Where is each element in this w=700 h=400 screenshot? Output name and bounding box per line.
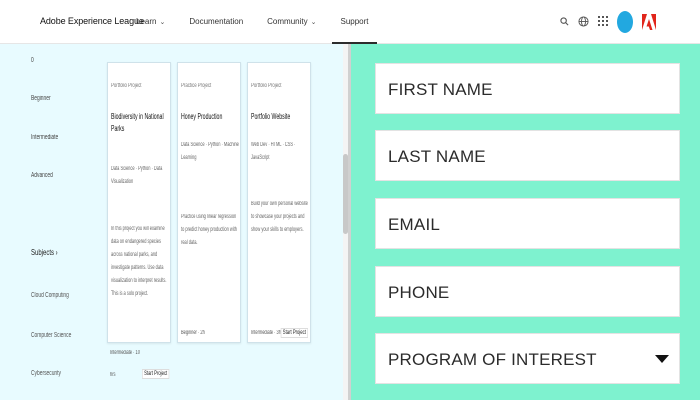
program-of-interest-select[interactable]: PROGRAM OF INTEREST	[375, 333, 680, 384]
project-card[interactable]: Portfolio Project Biodiversity in Nation…	[107, 62, 171, 343]
dropdown-caret-icon	[655, 355, 669, 363]
subject-item[interactable]: Cybersecurity	[31, 370, 61, 377]
card-desc: Web Dev · HTML · CSS · JavaScript	[251, 142, 296, 161]
subject-item[interactable]: Cloud Computing	[31, 292, 69, 299]
apps-grid-icon[interactable]	[598, 16, 608, 28]
card-body: In this project you will examine data on…	[111, 226, 167, 297]
card-body: Build your own personal website to showc…	[251, 201, 308, 233]
nav-documentation[interactable]: Documentation	[189, 0, 243, 44]
card-tag: Portfolio Project	[111, 83, 142, 89]
filter-option[interactable]: 0	[31, 57, 34, 64]
adobe-logo-icon[interactable]	[642, 14, 656, 30]
first-name-field[interactable]: FIRST NAME	[375, 63, 680, 114]
nav-links: Learn ⌄ Documentation Community ⌄ Support	[136, 0, 393, 44]
card-tag: Portfolio Project	[251, 83, 282, 89]
card-footer: hrs	[110, 372, 116, 378]
card-desc: Data Science · Python · Machine Learning	[181, 142, 239, 161]
nav-learn[interactable]: Learn ⌄	[136, 0, 165, 44]
card-tag: Practice Project	[181, 83, 212, 89]
card-title: Biodiversity in National Parks	[111, 112, 164, 133]
email-field[interactable]: EMAIL	[375, 198, 680, 249]
card-title: Honey Production	[181, 112, 223, 121]
subject-item[interactable]: Computer Science	[31, 332, 71, 339]
card-title: Portfolio Website	[251, 112, 291, 121]
last-name-placeholder: LAST NAME	[388, 147, 486, 166]
search-icon[interactable]	[560, 16, 569, 28]
top-nav: Adobe Experience League Learn ⌄ Documenta…	[0, 0, 700, 44]
card-footer: Beginner · 2h	[181, 330, 205, 336]
first-name-placeholder: FIRST NAME	[388, 80, 493, 99]
globe-icon[interactable]	[578, 15, 589, 29]
card-desc: Data Science · Python · Data Visualizati…	[111, 166, 163, 185]
nav-community-label: Community	[267, 17, 308, 26]
contact-form: FIRST NAME LAST NAME EMAIL PHONE PROGRAM…	[351, 44, 700, 400]
filter-option[interactable]: Advanced	[31, 172, 53, 179]
brand-logo-text[interactable]: Adobe Experience League	[40, 16, 144, 26]
nav-icons	[560, 10, 656, 34]
nav-learn-label: Learn	[136, 17, 157, 26]
phone-field[interactable]: PHONE	[375, 266, 680, 317]
nav-support-label: Support	[340, 17, 369, 26]
card-footer: Intermediate · 3h	[251, 330, 281, 336]
subjects-heading[interactable]: Subjects ›	[31, 248, 58, 257]
start-project-button[interactable]: Start Project	[142, 369, 170, 379]
chevron-down-icon: ⌄	[310, 19, 317, 26]
program-select-label: PROGRAM OF INTEREST	[388, 350, 597, 369]
chevron-down-icon: ⌄	[159, 19, 166, 26]
nav-support[interactable]: Support	[332, 0, 377, 44]
nav-documentation-label: Documentation	[189, 17, 244, 26]
start-project-button[interactable]: Start Project	[280, 328, 308, 338]
last-name-field[interactable]: LAST NAME	[375, 130, 680, 181]
avatar[interactable]	[617, 11, 633, 33]
phone-placeholder: PHONE	[388, 283, 450, 302]
filter-option[interactable]: Beginner	[31, 95, 51, 102]
email-placeholder: EMAIL	[388, 215, 441, 234]
nav-community[interactable]: Community ⌄	[267, 0, 316, 44]
card-body: Practice using linear regression to pred…	[181, 214, 237, 246]
project-card[interactable]: Practice Project Honey Production Data S…	[177, 62, 241, 343]
card-footer: Intermediate · 10	[110, 350, 140, 356]
project-card[interactable]: Portfolio Project Portfolio Website Web …	[247, 62, 311, 343]
filter-option[interactable]: Intermediate	[31, 134, 58, 141]
